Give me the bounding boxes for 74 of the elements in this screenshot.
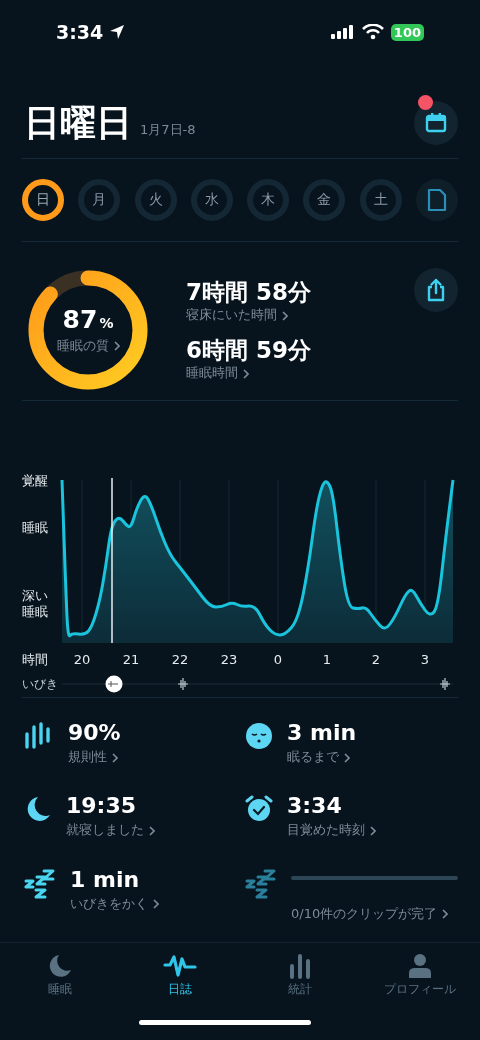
snore-label: いびき — [22, 677, 58, 691]
zzz-icon — [245, 868, 277, 899]
duration-link[interactable]: 寝床にいた時間 — [186, 306, 312, 324]
wifi-icon — [361, 24, 384, 40]
signal-icon — [330, 25, 355, 39]
stage-label: 睡眠 — [22, 520, 48, 535]
day-tab[interactable]: 日 — [22, 179, 64, 221]
zzz-icon — [24, 868, 56, 899]
metric-link[interactable]: いびきをかく — [70, 894, 245, 913]
stage-label: 覚醒 — [22, 473, 48, 488]
sleep-quality-link[interactable]: 睡眠の質 — [56, 336, 120, 355]
day-tab[interactable]: 火 — [134, 179, 177, 221]
quality-score: 87% — [62, 305, 114, 336]
sleepy-face-icon — [245, 722, 273, 750]
report-button[interactable] — [415, 179, 458, 221]
chevron-icon — [149, 825, 155, 836]
hour-label: 20 — [73, 652, 91, 667]
chevron-icon — [113, 341, 120, 351]
hour-label: 22 — [171, 652, 189, 667]
metric-link[interactable]: 就寝しました — [66, 821, 245, 840]
moon-icon — [47, 953, 73, 979]
chevron-icon — [370, 825, 376, 836]
metric-link[interactable]: 規則性 — [68, 748, 245, 766]
nav-tab[interactable]: 統計 — [240, 949, 360, 1002]
status-time: 3:34 — [56, 21, 104, 43]
stage-label: 深い 睡眠 — [22, 588, 48, 619]
timeline-handle[interactable] — [105, 675, 123, 693]
duration-link[interactable]: 睡眠時間 — [186, 364, 312, 382]
hour-label: 0 — [273, 652, 283, 667]
alarm-clock-icon — [245, 795, 273, 824]
chevron-icon — [442, 909, 449, 920]
hour-label: 3 — [420, 652, 430, 667]
day-tab[interactable]: 土 — [359, 179, 402, 221]
wave-icon — [163, 953, 197, 979]
metric-value: 1 min — [70, 866, 141, 893]
metric-link[interactable]: 0/10件のクリップが完了 — [291, 904, 458, 923]
axis-label: 時間 — [22, 652, 48, 667]
chevron-icon — [282, 310, 288, 321]
share-icon — [425, 278, 447, 302]
hour-label: 21 — [122, 652, 140, 667]
nav-tab[interactable]: 日誌 — [120, 949, 240, 1002]
calendar-button[interactable] — [414, 101, 458, 145]
chevron-icon — [344, 752, 350, 763]
metric-value: 19:35 — [66, 793, 138, 820]
battery-indicator: 100 — [390, 23, 424, 41]
share-button[interactable] — [414, 268, 458, 312]
hour-label: 1 — [322, 652, 332, 667]
calendar-icon — [425, 112, 447, 134]
document-icon — [426, 188, 447, 212]
metric-value: 3:34 — [287, 793, 343, 820]
date-label: 1月7日-8 — [140, 121, 196, 139]
metric-link[interactable]: 目覚めた時刻 — [287, 821, 458, 840]
day-tab[interactable]: 水 — [190, 179, 233, 221]
metric-link[interactable]: 眠るまで — [287, 748, 458, 766]
duration-value: 6時間 59分 — [186, 336, 312, 364]
bar-chart-icon — [287, 953, 313, 979]
hour-label: 2 — [371, 652, 381, 667]
duration-value: 7時間 58分 — [186, 278, 312, 306]
snore-clip-icon — [439, 677, 451, 691]
location-arrow-icon — [109, 24, 126, 40]
hour-label: 23 — [220, 652, 238, 667]
day-title: 日曜日 — [24, 103, 132, 143]
day-tab[interactable]: 木 — [247, 179, 290, 221]
day-tab[interactable]: 金 — [303, 179, 346, 221]
nav-tab[interactable]: プロフィール — [360, 949, 480, 1002]
chevron-icon — [112, 752, 118, 763]
metric-value: 90% — [68, 720, 122, 746]
metric-value: 3 min — [287, 720, 358, 746]
nav-tab[interactable]: 睡眠 — [0, 949, 120, 1002]
person-icon — [407, 953, 433, 979]
snore-clip-icon — [177, 677, 189, 691]
chevron-icon — [243, 368, 249, 379]
chevron-icon — [153, 899, 159, 910]
day-tab[interactable]: 月 — [78, 179, 121, 221]
